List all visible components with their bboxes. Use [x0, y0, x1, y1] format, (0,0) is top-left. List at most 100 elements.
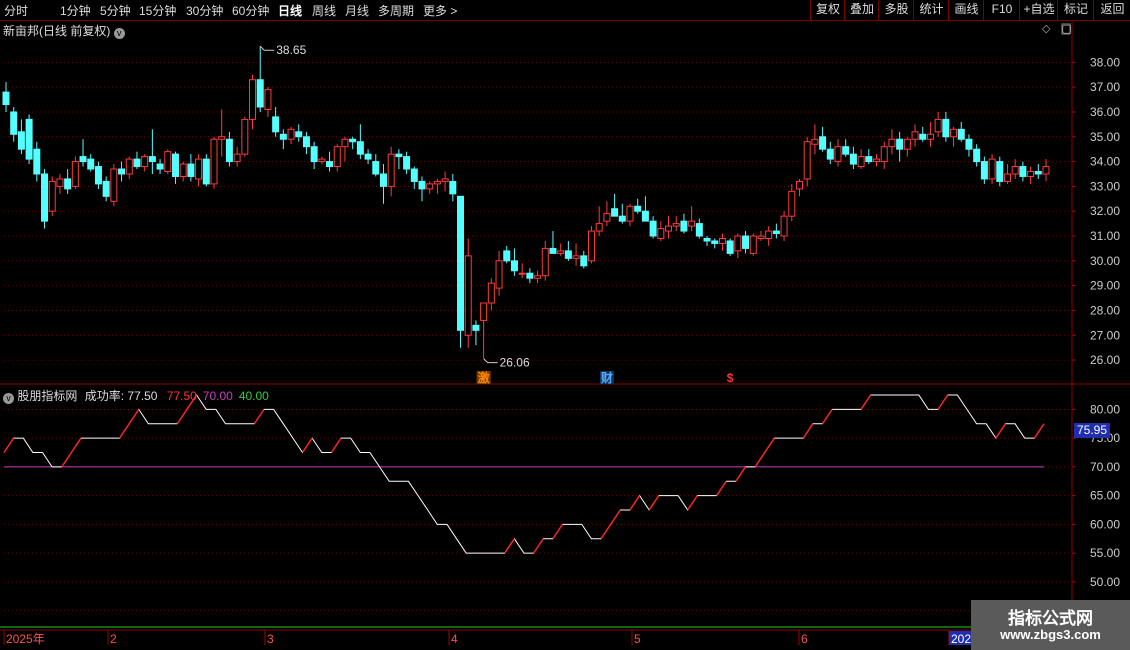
indicator-menu-icon[interactable]: v — [3, 393, 14, 404]
candle-112 — [865, 149, 873, 165]
candle-70 — [541, 240, 549, 281]
candle-body-16 — [125, 158, 133, 175]
candle-127 — [980, 156, 988, 184]
candle-body-110 — [849, 153, 857, 165]
indicator-label: 成功率: — [84, 389, 125, 403]
candle-body-25 — [195, 158, 203, 180]
candle-110 — [849, 146, 857, 170]
ind-tick-label-3: 65.00 — [1090, 489, 1120, 503]
candle-body-47 — [364, 153, 372, 160]
rise-segment-53 — [504, 538, 515, 554]
candle-8 — [64, 169, 72, 194]
candle-body-67 — [518, 272, 526, 275]
candle-84 — [649, 216, 657, 239]
candle-23 — [179, 161, 187, 182]
success-rate-line — [3, 394, 1045, 554]
event-marker-2: $ — [727, 371, 734, 385]
window-icon[interactable]: ▢ — [1062, 23, 1072, 35]
candle-body-93 — [718, 237, 726, 244]
candle-28 — [218, 109, 226, 157]
candle-body-6 — [48, 180, 56, 212]
ind-tick-label-5: 55.00 — [1090, 546, 1120, 560]
candle-body-9 — [71, 161, 79, 187]
rise-segment-77 — [735, 466, 747, 482]
candle-7 — [56, 173, 64, 194]
rise-segment-56 — [533, 538, 544, 554]
candle-40 — [310, 141, 318, 170]
candle-87 — [672, 216, 680, 232]
candle-body-59 — [457, 195, 465, 331]
candle-14 — [110, 164, 118, 207]
candle-111 — [857, 149, 865, 170]
candle-body-132 — [1019, 166, 1027, 177]
indicator-value-0: 77.50 — [166, 389, 197, 403]
candle-body-55 — [426, 183, 434, 190]
candle-body-18 — [141, 156, 149, 168]
candle-body-135 — [1042, 166, 1050, 175]
candle-body-109 — [842, 146, 850, 155]
candle-37 — [287, 126, 295, 145]
candle-126 — [973, 144, 981, 167]
rise-segment-90 — [860, 394, 872, 410]
axes: 38.00 37.00 36.00 35.00 34.00 33.00 32.00 31.00… — [0, 21, 1130, 646]
candle-body-3 — [25, 118, 33, 160]
candle-body-130 — [1003, 173, 1011, 182]
candle-73 — [564, 240, 572, 261]
candle-body-54 — [418, 180, 426, 190]
candle-6 — [48, 176, 56, 217]
candle-33 — [256, 46, 264, 112]
candle-63 — [487, 278, 495, 311]
candle-24 — [187, 154, 195, 182]
event-marker-0: 激 — [478, 370, 490, 385]
candle-body-94 — [726, 240, 734, 254]
candle-body-122 — [942, 118, 950, 138]
candle-116 — [896, 131, 904, 162]
candle-108 — [834, 139, 842, 167]
rise-segment-86 — [821, 408, 833, 425]
candle-body-48 — [372, 161, 380, 175]
candle-body-86 — [665, 225, 673, 232]
candle-body-63 — [487, 282, 495, 304]
candle-103 — [795, 178, 803, 197]
candle-129 — [996, 156, 1004, 187]
candle-119 — [919, 126, 927, 142]
rise-segment-27 — [253, 408, 265, 425]
candle-body-45 — [349, 138, 357, 143]
event-marker-1: 财 — [600, 370, 613, 385]
low-pointer — [483, 358, 498, 364]
candle-39 — [302, 131, 310, 155]
stock-title: 新亩邦(日线 前复权) — [3, 24, 111, 38]
candle-42 — [326, 151, 334, 172]
dropdown-icon[interactable]: v — [113, 28, 125, 39]
candle-body-133 — [1027, 171, 1035, 177]
candle-41 — [318, 156, 326, 165]
high-label: 38.65 — [276, 43, 306, 57]
candle-body-31 — [241, 118, 249, 155]
candle-body-115 — [888, 138, 896, 148]
candle-body-12 — [94, 166, 102, 185]
candle-96 — [742, 231, 750, 254]
candle-91 — [703, 236, 711, 246]
candle-body-76 — [587, 230, 595, 262]
candle-body-97 — [749, 235, 757, 254]
candle-74 — [572, 243, 580, 266]
candle-body-4 — [33, 148, 41, 175]
candle-body-66 — [510, 260, 518, 272]
candle-body-27 — [210, 138, 218, 185]
candle-121 — [934, 111, 942, 137]
candle-132 — [1019, 161, 1027, 182]
candle-body-17 — [133, 158, 141, 168]
ind-tick-label-4: 60.00 — [1090, 517, 1120, 531]
main-tick-label-0: 38.00 — [1090, 55, 1120, 69]
candle-body-108 — [834, 146, 842, 163]
candle-body-77 — [595, 223, 603, 232]
rise-segment-64 — [610, 509, 621, 525]
candle-134 — [1034, 164, 1042, 179]
candle-body-34 — [264, 89, 272, 110]
chart-canvas[interactable]: 38.00 37.00 36.00 35.00 34.00 33.00 32.00 31.00… — [0, 0, 1130, 650]
candle-body-89 — [688, 220, 696, 227]
candle-100 — [772, 223, 780, 239]
diamond-icon[interactable]: ◇ — [1042, 23, 1050, 35]
rise-segment-98 — [937, 394, 949, 410]
candle-body-99 — [765, 230, 773, 239]
